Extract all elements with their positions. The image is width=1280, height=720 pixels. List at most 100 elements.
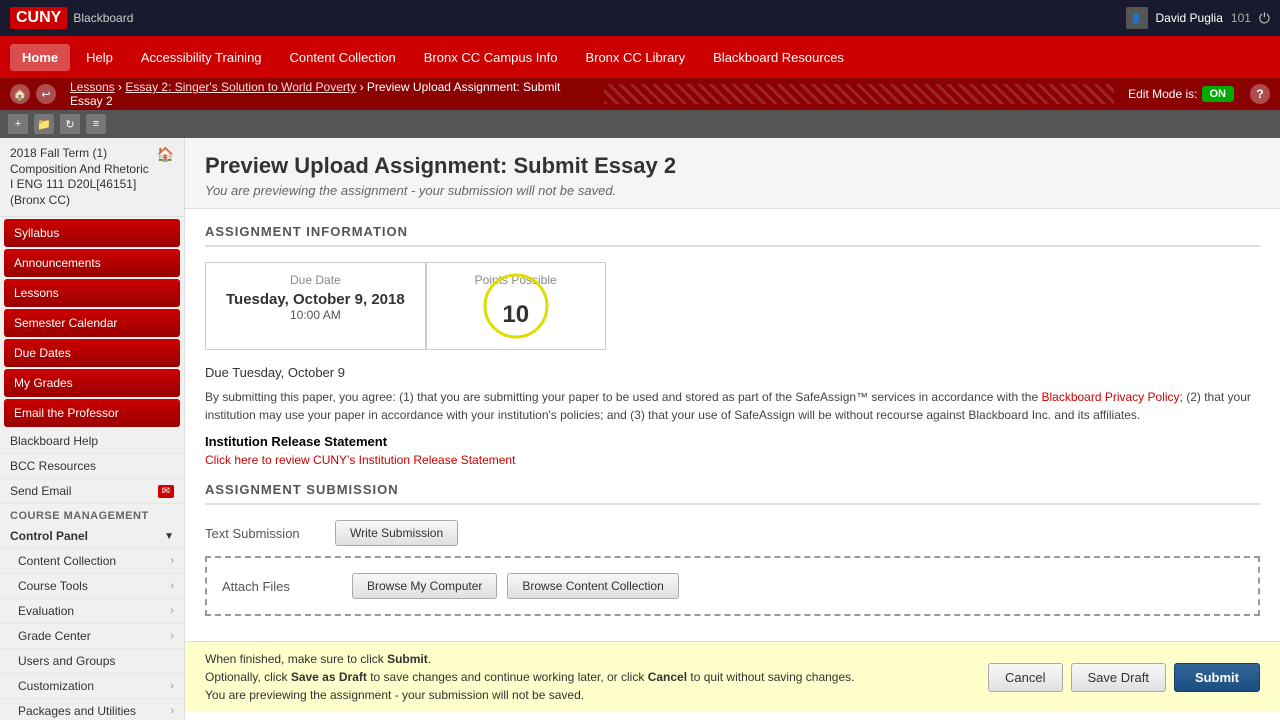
sidebar-control-panel[interactable]: Control Panel ▼ bbox=[0, 524, 184, 549]
main-layout: 2018 Fall Term (1) Composition And Rheto… bbox=[0, 138, 1280, 720]
nav-bb-resources[interactable]: Blackboard Resources bbox=[701, 44, 856, 71]
breadcrumb-essay[interactable]: Essay 2: Singer's Solution to World Pove… bbox=[125, 80, 356, 94]
compose-icon: ✉ bbox=[158, 485, 174, 498]
sidebar-users-groups[interactable]: Users and Groups bbox=[0, 649, 184, 674]
breadcrumb-sep2: › bbox=[360, 80, 367, 94]
due-date-box: Due Date Tuesday, October 9, 2018 10:00 … bbox=[205, 262, 426, 350]
back-breadcrumb-icon[interactable]: ↩ bbox=[36, 84, 56, 104]
home-breadcrumb-icon[interactable]: 🏠 bbox=[10, 84, 30, 104]
sidebar-course-tools[interactable]: Course Tools › bbox=[0, 574, 184, 599]
due-text: Due Tuesday, October 9 bbox=[205, 365, 1260, 380]
nav-content-collection[interactable]: Content Collection bbox=[278, 44, 408, 71]
nav-home[interactable]: Home bbox=[10, 44, 70, 71]
user-area: 👤 David Puglia 101 ⏻ bbox=[1126, 7, 1270, 29]
sidebar-my-grades[interactable]: My Grades bbox=[4, 369, 180, 397]
content-area: Preview Upload Assignment: Submit Essay … bbox=[185, 138, 1280, 720]
write-submission-button[interactable]: Write Submission bbox=[335, 520, 458, 546]
footer-line1-post: . bbox=[428, 652, 431, 666]
attach-files-label: Attach Files bbox=[222, 579, 342, 594]
institution-header: Institution Release Statement bbox=[205, 434, 1260, 449]
help-button-top[interactable]: ? bbox=[1250, 84, 1270, 104]
nav-bar: Home Help Accessibility Training Content… bbox=[0, 36, 1280, 78]
nav-accessibility[interactable]: Accessibility Training bbox=[129, 44, 274, 71]
due-date-time: 10:00 AM bbox=[226, 308, 405, 322]
assignment-info-boxes: Due Date Tuesday, October 9, 2018 10:00 … bbox=[205, 262, 1260, 350]
sidebar-evaluation[interactable]: Evaluation › bbox=[0, 599, 184, 624]
course-title: 2018 Fall Term (1) Composition And Rheto… bbox=[10, 146, 151, 208]
edit-mode-label: Edit Mode is: bbox=[1128, 87, 1197, 101]
submit-button[interactable]: Submit bbox=[1174, 663, 1260, 692]
sidebar-announcements[interactable]: Announcements bbox=[4, 249, 180, 277]
users-groups-label: Users and Groups bbox=[18, 654, 115, 668]
sidebar-content-collection[interactable]: Content Collection › bbox=[0, 549, 184, 574]
refresh-action-btn[interactable]: ↻ bbox=[60, 114, 80, 134]
blackboard-help-label: Blackboard Help bbox=[10, 434, 98, 448]
power-icon[interactable]: ⏻ bbox=[1259, 10, 1270, 27]
folder-action-btn[interactable]: 📁 bbox=[34, 114, 54, 134]
footer-line1: When finished, make sure to click Submit… bbox=[205, 650, 988, 668]
top-bar: CUNY Blackboard 👤 David Puglia 101 ⏻ bbox=[0, 0, 1280, 36]
submission-section: ASSIGNMENT SUBMISSION Text Submission Wr… bbox=[205, 482, 1260, 616]
breadcrumb-icons: 🏠 ↩ bbox=[10, 84, 56, 104]
institution-link[interactable]: Click here to review CUNY's Institution … bbox=[205, 453, 1260, 467]
browse-computer-button[interactable]: Browse My Computer bbox=[352, 573, 497, 599]
nav-help[interactable]: Help bbox=[74, 44, 125, 71]
course-home-icon[interactable]: 🏠 bbox=[157, 146, 174, 163]
decorative-pattern bbox=[604, 84, 1114, 104]
sidebar-due-dates[interactable]: Due Dates bbox=[4, 339, 180, 367]
edit-mode-area: Edit Mode is: ON bbox=[1128, 86, 1234, 102]
arrow-icon-2: › bbox=[170, 580, 174, 592]
list-action-btn[interactable]: ≡ bbox=[86, 114, 106, 134]
file-upload-area: Attach Files Browse My Computer Browse C… bbox=[205, 556, 1260, 616]
due-date-label: Due Date bbox=[226, 273, 405, 287]
logo-area: CUNY Blackboard bbox=[10, 7, 133, 29]
submission-header: ASSIGNMENT SUBMISSION bbox=[205, 482, 1260, 505]
add-action-btn[interactable]: + bbox=[8, 114, 28, 134]
arrow-icon-6: › bbox=[170, 705, 174, 717]
sidebar-grade-center[interactable]: Grade Center › bbox=[0, 624, 184, 649]
footer-line2-pre: Optionally, click bbox=[205, 670, 291, 684]
points-box: Points Possible 10 bbox=[426, 262, 606, 350]
sidebar-packages-utilities[interactable]: Packages and Utilities › bbox=[0, 699, 184, 720]
agreement-pre: By submitting this paper, you agree: (1)… bbox=[205, 390, 1041, 404]
sidebar-semester-calendar[interactable]: Semester Calendar bbox=[4, 309, 180, 337]
nav-bronx-library[interactable]: Bronx CC Library bbox=[573, 44, 697, 71]
sidebar-customization[interactable]: Customization › bbox=[0, 674, 184, 699]
text-submission-row: Text Submission Write Submission bbox=[205, 520, 1260, 546]
nav-bronx-campus[interactable]: Bronx CC Campus Info bbox=[412, 44, 570, 71]
footer-preview-note: You are previewing the assignment - your… bbox=[205, 686, 988, 704]
course-tools-label: Course Tools bbox=[18, 579, 88, 593]
arrow-icon: › bbox=[170, 555, 174, 567]
breadcrumb-lessons[interactable]: Lessons bbox=[70, 80, 115, 94]
edit-mode-toggle[interactable]: ON bbox=[1202, 86, 1235, 102]
sidebar-bcc-resources[interactable]: BCC Resources bbox=[0, 454, 184, 479]
arrow-icon-4: › bbox=[170, 630, 174, 642]
logo-text: CUNY bbox=[16, 9, 61, 26]
footer-save-bold: Save as Draft bbox=[291, 670, 367, 684]
course-management-header: COURSE MANAGEMENT bbox=[0, 504, 184, 524]
assignment-info-header: ASSIGNMENT INFORMATION bbox=[205, 224, 1260, 247]
cancel-button[interactable]: Cancel bbox=[988, 663, 1062, 692]
browse-collection-button[interactable]: Browse Content Collection bbox=[507, 573, 678, 599]
sidebar-blackboard-help[interactable]: Blackboard Help bbox=[0, 429, 184, 454]
save-draft-button[interactable]: Save Draft bbox=[1071, 663, 1166, 692]
sidebar-syllabus[interactable]: Syllabus bbox=[4, 219, 180, 247]
action-bar: + 📁 ↻ ≡ bbox=[0, 110, 1280, 138]
control-panel-label: Control Panel bbox=[10, 529, 88, 543]
footer-line2-post: to quit without saving changes. bbox=[687, 670, 854, 684]
due-date-value: Tuesday, October 9, 2018 bbox=[226, 291, 405, 308]
footer-text: When finished, make sure to click Submit… bbox=[205, 650, 988, 704]
footer-bar: When finished, make sure to click Submit… bbox=[185, 641, 1280, 712]
arrow-icon-3: › bbox=[170, 605, 174, 617]
page-header: Preview Upload Assignment: Submit Essay … bbox=[185, 138, 1280, 209]
page-title: Preview Upload Assignment: Submit Essay … bbox=[205, 153, 1260, 179]
sidebar-email-professor[interactable]: Email the Professor bbox=[4, 399, 180, 427]
sidebar-lessons[interactable]: Lessons bbox=[4, 279, 180, 307]
footer-line2: Optionally, click Save as Draft to save … bbox=[205, 668, 988, 686]
breadcrumb-bar: 🏠 ↩ Lessons › Essay 2: Singer's Solution… bbox=[0, 78, 1280, 110]
privacy-policy-link[interactable]: Blackboard Privacy Policy bbox=[1041, 390, 1179, 404]
logo-sub: Blackboard bbox=[73, 11, 133, 25]
sidebar-send-email[interactable]: Send Email ✉ bbox=[0, 479, 184, 504]
content-collection-label: Content Collection bbox=[18, 554, 116, 568]
user-avatar: 👤 bbox=[1126, 7, 1148, 29]
